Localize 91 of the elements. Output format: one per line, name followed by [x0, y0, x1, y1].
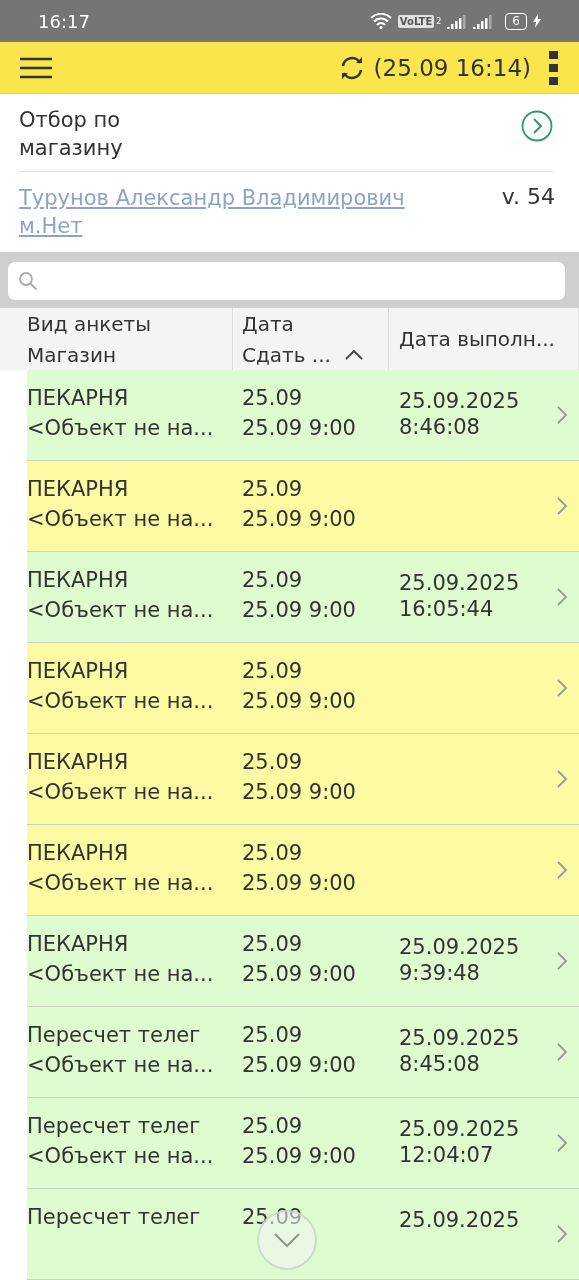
chevron-right-icon [556, 405, 568, 425]
table-cell-text: 25.09 [242, 749, 304, 775]
table-cell-text: ПЕКАРНЯ [27, 658, 130, 684]
table-cell-text: <Объект не на... [27, 415, 215, 441]
search-field[interactable] [8, 262, 565, 301]
table-cell-text: 25.09.2025 [399, 934, 521, 960]
table-cell-text: 25.09 9:00 [242, 1052, 357, 1078]
chevron-right-icon [556, 769, 568, 789]
chevron-right-icon [556, 1042, 568, 1062]
chevron-right-icon [556, 860, 568, 880]
table-cell-text: <Объект не на... [27, 961, 215, 987]
column-header[interactable]: Вид анкеты [27, 311, 232, 336]
table-cell-text: 25.09 9:00 [242, 597, 357, 623]
table-cell-text: <Объект не на... [27, 506, 215, 532]
table-cell-text: 25.09 9:00 [242, 1143, 357, 1169]
table-row[interactable]: ПЕКАРНЯ <Объект не на... 25.09 25.09 9:00 [27, 734, 579, 825]
chevron-right-icon [556, 496, 568, 516]
column-header[interactable]: Дата выполн... [399, 327, 578, 352]
version-label: v. 54 [501, 184, 555, 210]
table-cell-text: Пересчет телег [27, 1022, 202, 1048]
sim-number: 2 [436, 16, 442, 26]
column-header[interactable]: Сдать ... [242, 342, 331, 367]
table-cell-text: ПЕКАРНЯ [27, 931, 130, 957]
table-cell-text: 25.09 [242, 1204, 304, 1230]
table-row[interactable]: ПЕКАРНЯ <Объект не на... 25.09 25.09 9:00 [27, 825, 579, 916]
table-row[interactable]: Пересчет телег 25.09 25.09.2025 [27, 1189, 579, 1280]
column-header[interactable]: Дата [242, 311, 388, 336]
sync-time: (25.09 16:14) [373, 54, 531, 81]
table-cell-text: 25.09 9:00 [242, 506, 357, 532]
table-cell-text: 25.09 9:00 [242, 779, 357, 805]
table-cell-text: 16:05:44 [399, 596, 495, 622]
table-cell-text: 25.09 [242, 1113, 304, 1139]
arrow-circle-icon[interactable] [521, 110, 553, 143]
table-cell-text: ПЕКАРНЯ [27, 476, 130, 502]
table-cell-text: 25.09 9:00 [242, 688, 357, 714]
table-row[interactable]: Пересчет телег <Объект не на... 25.09 25.09 9:00 25.09.2025 12:04:07 [27, 1098, 579, 1189]
table-cell-text: 25.09.2025 [399, 570, 521, 596]
table-cell-text: 8:46:08 [399, 414, 481, 440]
chevron-right-icon [556, 951, 568, 971]
column-header[interactable]: Магазин [27, 342, 116, 367]
table-cell-text: 25.09.2025 [399, 1207, 521, 1233]
table-cell-text: 25.09 9:00 [242, 415, 357, 441]
filter-label: Отбор по магазину [19, 107, 124, 163]
table-cell-text: 25.09.2025 [399, 388, 521, 414]
table-cell-text: <Объект не на... [27, 1052, 215, 1078]
battery-level: 6 [505, 12, 527, 30]
table-cell-text: 25.09.2025 [399, 1025, 521, 1051]
table-cell-text: 25.09 [242, 931, 304, 957]
table-cell-text: 25.09 [242, 476, 304, 502]
table-cell-text: 25.09 9:00 [242, 870, 357, 896]
volte-badge: VoLTE [397, 14, 435, 28]
signal-icon [447, 13, 468, 30]
table-cell-text: 25.09 9:00 [242, 961, 357, 987]
table-cell-text: Пересчет телег [27, 1113, 202, 1139]
chevron-right-icon [556, 587, 568, 607]
menu-icon[interactable] [20, 56, 52, 79]
table-cell-text: <Объект не на... [27, 597, 215, 623]
table-cell-text: 25.09 [242, 567, 304, 593]
table-row[interactable]: Пересчет телег <Объект не на... 25.09 25.09 9:00 25.09.2025 8:45:08 [27, 1007, 579, 1098]
table-cell-text: ПЕКАРНЯ [27, 840, 130, 866]
table-row[interactable]: ПЕКАРНЯ <Объект не на... 25.09 25.09 9:00 25.09.2025 8:46:08 [27, 370, 579, 461]
table-cell-text: <Объект не на... [27, 779, 215, 805]
charging-icon [533, 14, 541, 29]
table-cell-text: <Объект не на... [27, 870, 215, 896]
table-row[interactable]: ПЕКАРНЯ <Объект не на... 25.09 25.09 9:00 25.09.2025 9:39:48 [27, 916, 579, 1007]
table-cell-text: 12:04:07 [399, 1142, 495, 1168]
table-cell-text: <Объект не на... [27, 688, 215, 714]
chevron-right-icon [556, 1224, 568, 1244]
signal-icon [473, 13, 494, 30]
search-icon [18, 271, 38, 292]
table-row[interactable]: ПЕКАРНЯ <Объект не на... 25.09 25.09 9:00 [27, 461, 579, 552]
chevron-right-icon [556, 1133, 568, 1153]
table-row[interactable]: ПЕКАРНЯ <Объект не на... 25.09 25.09 9:00 25.09.2025 16:05:44 [27, 552, 579, 643]
table-cell-text: ПЕКАРНЯ [27, 567, 130, 593]
chevron-down-icon [273, 1232, 301, 1248]
table-cell-text: Пересчет телег [27, 1204, 202, 1230]
table-cell-text: ПЕКАРНЯ [27, 749, 130, 775]
more-icon[interactable] [549, 50, 559, 85]
table-cell-text: 9:39:48 [399, 960, 481, 986]
table-cell-text: 25.09 [242, 385, 304, 411]
chevron-right-icon [556, 678, 568, 698]
clock: 16:17 [38, 10, 90, 32]
table-cell-text: 25.09.2025 [399, 1116, 521, 1142]
table-cell-text: 25.09 [242, 840, 304, 866]
table-cell-text: 25.09 [242, 658, 304, 684]
table-cell-text: 25.09 [242, 1022, 304, 1048]
table-cell-text: 8:45:08 [399, 1051, 481, 1077]
table-row[interactable]: ПЕКАРНЯ <Объект не на... 25.09 25.09 9:00 [27, 643, 579, 734]
table-cell-text: ПЕКАРНЯ [27, 385, 130, 411]
table-cell-text: <Объект не на... [27, 1143, 215, 1169]
wifi-icon [369, 13, 392, 30]
